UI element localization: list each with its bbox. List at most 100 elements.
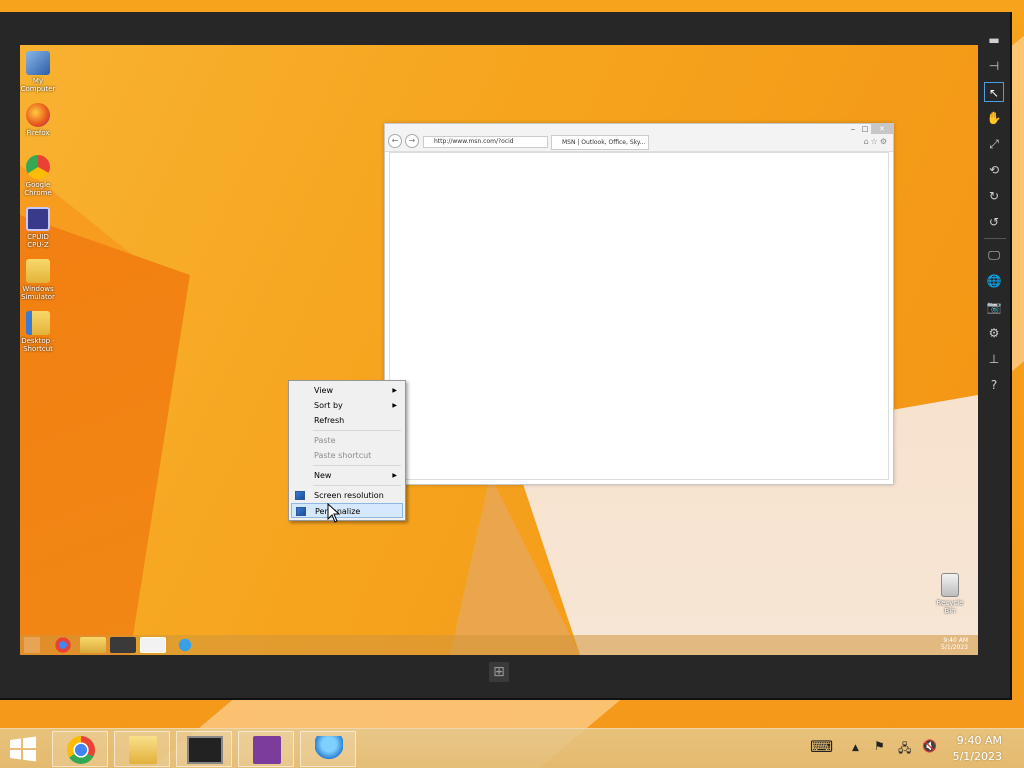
desktop-icon-label: Windows Simulator: [21, 285, 55, 301]
menu-item-new[interactable]: New ▶: [291, 468, 403, 483]
desktop-icon-windows-simulator[interactable]: Windows Simulator: [20, 259, 58, 301]
internet-explorer-icon[interactable]: [172, 637, 198, 653]
menu-item-screen-resolution[interactable]: Screen resolution: [291, 488, 403, 503]
pin-icon[interactable]: ⊣: [984, 56, 1004, 76]
taskbar-chrome-button[interactable]: [52, 731, 108, 767]
simulator-screen: My Computer Firefox Google Chrome CPUID …: [20, 45, 978, 655]
menu-item-personalize[interactable]: Personalize: [291, 503, 403, 518]
menu-item-label: Sort by: [314, 401, 343, 410]
system-clock[interactable]: 9:40 AM 5/1/2023: [953, 733, 1002, 765]
menu-item-label: Screen resolution: [314, 491, 384, 500]
browser-content[interactable]: [389, 152, 889, 480]
desktop-icon-label: CPUID CPU-Z: [27, 233, 49, 249]
volume-muted-icon[interactable]: 🔇: [922, 739, 937, 759]
menu-item-refresh[interactable]: Refresh: [291, 413, 403, 428]
window-caption-buttons: ‒ □ ✕: [847, 124, 893, 134]
file-explorer-icon[interactable]: [80, 637, 106, 653]
desktop-icon-cpuz[interactable]: CPUID CPU-Z: [20, 207, 58, 249]
address-bar[interactable]: http://www.msn.com/?ocid: [423, 136, 548, 148]
taskbar-file-explorer-button[interactable]: [114, 731, 170, 767]
simulator-toolbar: ▬ ⊣ ↖ ✋ ⤢ ⟲ ↻ ↺ 🖵 🌐 📷 ⚙ ⊥ ?: [984, 30, 1006, 401]
action-center-icon[interactable]: ⚑: [874, 739, 885, 759]
browser-tools-icons[interactable]: ⌂☆⚙: [864, 137, 889, 146]
change-resolution-icon[interactable]: 🖵: [984, 245, 1004, 265]
back-button[interactable]: ←: [388, 134, 402, 148]
taskbar-simulator-button[interactable]: [176, 731, 232, 767]
mouse-cursor-icon: [327, 503, 341, 523]
firefox-icon: [26, 103, 50, 127]
pinch-zoom-icon[interactable]: ⤢: [984, 134, 1004, 154]
messenger-icon: [315, 736, 343, 764]
desktop-icon-label: Recycle Bin: [936, 599, 964, 615]
desktop-icon-label: Desktop - Shortcut: [21, 337, 55, 353]
minimize-button[interactable]: ‒: [847, 124, 859, 134]
menu-item-paste-shortcut: Paste shortcut: [291, 448, 403, 463]
screen-resolution-icon: [295, 491, 305, 500]
display-icon[interactable]: [110, 637, 136, 653]
maximize-button[interactable]: □: [859, 124, 871, 134]
network-icon[interactable]: 🖧: [898, 739, 911, 759]
rotate-counterclockwise-icon[interactable]: ↺: [984, 212, 1004, 232]
help-icon[interactable]: ?: [984, 375, 1004, 395]
mouse-mode-icon[interactable]: ↖: [984, 82, 1004, 102]
desktop-icon-label: Firefox: [26, 129, 50, 137]
forward-button[interactable]: →: [405, 134, 419, 148]
browser-window[interactable]: ← → http://www.msn.com/?ocid MSN | Outlo…: [384, 123, 894, 485]
menu-item-label: Paste: [314, 436, 336, 445]
windows-logo-icon: [10, 736, 36, 762]
simulator-icon[interactable]: [140, 637, 166, 653]
display-icon: [187, 736, 223, 764]
start-button[interactable]: [8, 735, 38, 763]
rotate-clockwise-icon[interactable]: ↻: [984, 186, 1004, 206]
inner-clock-date: 5/1/2023: [941, 644, 968, 651]
clock-time: 9:40 AM: [956, 734, 1002, 747]
onenote-icon: [253, 736, 281, 764]
menu-item-label: New: [314, 471, 332, 480]
tab-msn[interactable]: MSN | Outlook, Office, Sky...: [551, 135, 649, 150]
menu-item-sort-by[interactable]: Sort by ▶: [291, 398, 403, 413]
chrome-icon[interactable]: [50, 637, 76, 653]
start-icon[interactable]: [24, 637, 40, 653]
simulator-frame: My Computer Firefox Google Chrome CPUID …: [0, 12, 1012, 700]
close-button[interactable]: ✕: [871, 124, 893, 134]
network-icon[interactable]: ⊥: [984, 349, 1004, 369]
chrome-icon: [67, 736, 95, 764]
menu-separator: [313, 465, 401, 466]
inner-clock-time: 9:40 AM: [943, 637, 968, 644]
menu-item-paste: Paste: [291, 433, 403, 448]
file-explorer-icon: [129, 736, 157, 764]
browser-toolbar: ← → http://www.msn.com/?ocid MSN | Outlo…: [385, 124, 893, 152]
simulator-windows-button[interactable]: ⊞: [489, 662, 509, 682]
desktop-icon-desktop-shortcut[interactable]: Desktop - Shortcut: [20, 311, 58, 353]
menu-separator: [313, 430, 401, 431]
desktop-icon-label: Google Chrome: [24, 181, 52, 197]
submenu-arrow-icon: ▶: [392, 472, 397, 479]
cpuz-icon: [26, 207, 50, 231]
taskbar-messenger-button[interactable]: [300, 731, 356, 767]
inner-clock[interactable]: 9:40 AM 5/1/2023: [941, 637, 968, 651]
context-menu: View ▶ Sort by ▶ Refresh Paste Paste sho…: [288, 380, 406, 521]
show-hidden-icons-button[interactable]: ▲: [852, 743, 859, 763]
touch-mode-icon[interactable]: ✋: [984, 108, 1004, 128]
desktop-icon-label: My Computer: [20, 77, 56, 93]
clock-date: 5/1/2023: [952, 750, 1002, 763]
desktop-icon-chrome[interactable]: Google Chrome: [20, 155, 58, 197]
desktop-icon-my-computer[interactable]: My Computer: [20, 51, 58, 93]
taskbar-onenote-button[interactable]: [238, 731, 294, 767]
submenu-arrow-icon: ▶: [392, 402, 397, 409]
menu-separator: [313, 485, 401, 486]
desktop-icon-recycle-bin[interactable]: Recycle Bin: [930, 573, 970, 615]
screenshot-icon[interactable]: 📷: [984, 297, 1004, 317]
location-icon[interactable]: 🌐: [984, 271, 1004, 291]
desktop-icon-firefox[interactable]: Firefox: [20, 103, 58, 137]
rotation-mode-icon[interactable]: ⟲: [984, 160, 1004, 180]
menu-item-view[interactable]: View ▶: [291, 383, 403, 398]
folder-icon: [26, 259, 50, 283]
simulator-taskbar: 9:40 AM 5/1/2023: [20, 635, 978, 655]
host-taskbar: ⌨ ▲ ⚑ 🖧 🔇 9:40 AM 5/1/2023: [0, 728, 1024, 768]
recycle-bin-icon: [941, 573, 959, 597]
settings-icon[interactable]: ⚙: [984, 323, 1004, 343]
touch-keyboard-icon[interactable]: ⌨: [810, 737, 833, 757]
minimize-simulator-icon[interactable]: ▬: [984, 30, 1004, 50]
computer-icon: [26, 51, 50, 75]
